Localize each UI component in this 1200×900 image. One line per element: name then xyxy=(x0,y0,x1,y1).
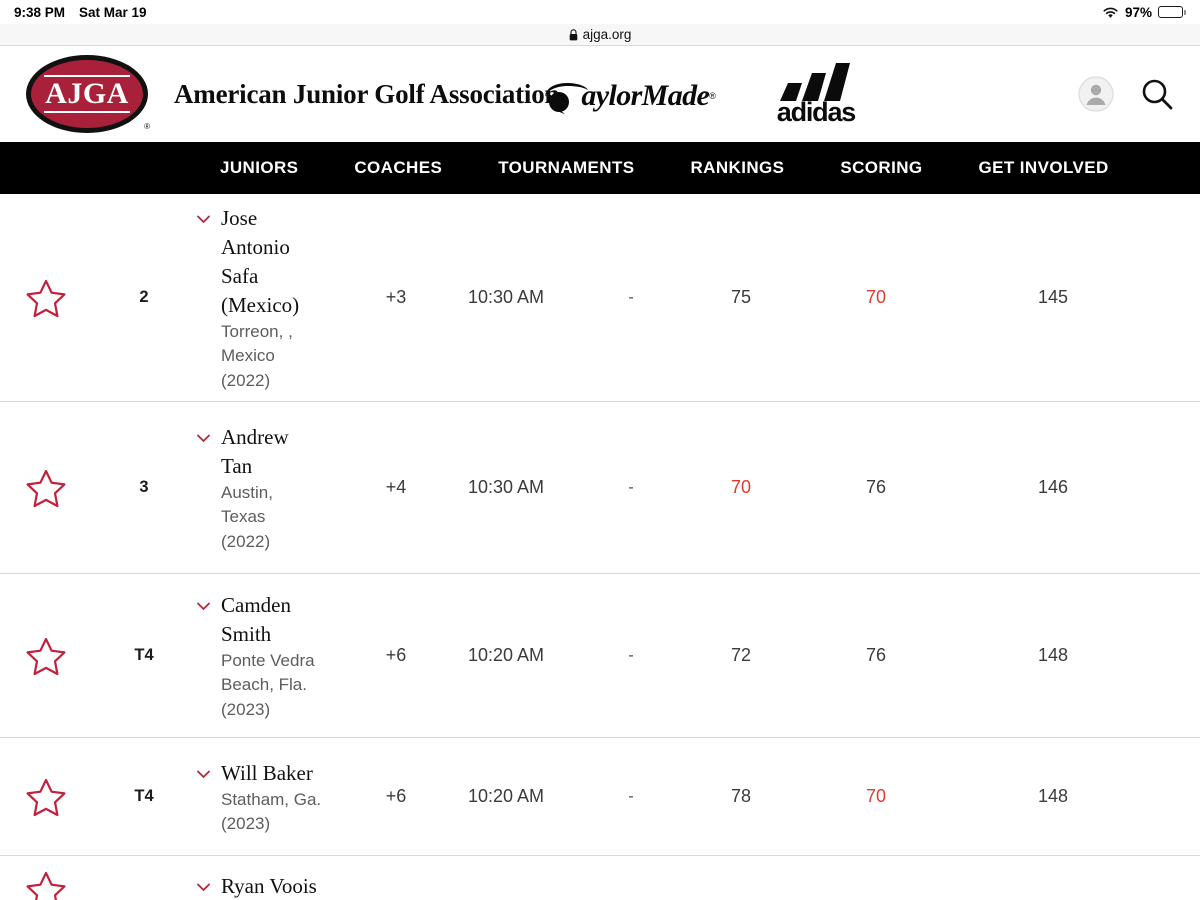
thru-holes: - xyxy=(628,288,634,306)
table-row[interactable]: T4 Camden Smith Ponte Vedra Beach, Fla. … xyxy=(0,574,1200,738)
chevron-down-icon[interactable] xyxy=(196,214,211,224)
wifi-icon xyxy=(1103,7,1118,18)
ajga-logo[interactable]: AJGA ® xyxy=(26,55,150,133)
star-outline-icon[interactable] xyxy=(26,278,66,318)
tee-time: 10:30 AM xyxy=(467,477,545,497)
tee-time: 10:20 AM xyxy=(467,645,545,665)
round-1-score: 75 xyxy=(730,287,752,307)
battery-icon xyxy=(1158,6,1186,18)
favorite-star-cell[interactable] xyxy=(0,636,92,676)
adidas-wordmark: adidas xyxy=(776,96,857,127)
table-row[interactable]: 3 Andrew Tan Austin, Texas (2022) +4 10:… xyxy=(0,402,1200,574)
player-name: Jose Antonio Safa (Mexico) xyxy=(221,206,300,318)
player-name: Will Baker xyxy=(221,760,313,785)
search-icon[interactable] xyxy=(1140,77,1174,111)
player-rank: T4 xyxy=(134,646,154,664)
nav-item-get-involved[interactable]: GET INVOLVED xyxy=(951,158,1137,178)
nav-item-rankings[interactable]: RANKINGS xyxy=(663,158,813,178)
chevron-down-icon[interactable] xyxy=(196,769,211,779)
thru-holes: - xyxy=(628,787,634,805)
status-bar-date: Sat Mar 19 xyxy=(79,4,147,20)
player-rank: 3 xyxy=(139,478,149,496)
url-text: ajga.org xyxy=(582,27,632,42)
player-rank: 2 xyxy=(139,288,149,306)
battery-percent-label: 97% xyxy=(1124,4,1152,20)
tee-time: 10:20 AM xyxy=(467,786,545,806)
account-avatar-icon[interactable] xyxy=(1078,76,1114,112)
player-name: Andrew Tan xyxy=(221,425,289,479)
status-bar-left: 9:38 PM Sat Mar 19 xyxy=(14,5,147,20)
leaderboard-table: 2 Jose Antonio Safa (Mexico) Torreon, , … xyxy=(0,194,1200,900)
taylormade-registered-mark: ® xyxy=(709,91,716,101)
site-header: AJGA ® American Junior Golf Association … xyxy=(0,46,1200,142)
thru-holes: - xyxy=(628,646,634,664)
favorite-star-cell[interactable] xyxy=(0,870,92,900)
nav-item-coaches[interactable]: COACHES xyxy=(326,158,470,178)
to-par-score: +3 xyxy=(385,287,407,307)
round-1-score: 78 xyxy=(730,786,752,806)
to-par-score: +6 xyxy=(385,786,407,806)
nav-item-scoring[interactable]: SCORING xyxy=(812,158,950,178)
main-navigation: JUNIORS COACHES TOURNAMENTS RANKINGS SCO… xyxy=(0,142,1200,194)
round-1-score: 70 xyxy=(730,477,752,497)
player-cell[interactable]: Camden Smith Ponte Vedra Beach, Fla. (20… xyxy=(196,589,366,721)
player-cell[interactable]: Jose Antonio Safa (Mexico) Torreon, , Me… xyxy=(196,202,366,392)
favorite-star-cell[interactable] xyxy=(0,777,92,817)
to-par-score: +6 xyxy=(385,645,407,665)
adidas-bars-icon xyxy=(779,62,850,101)
player-cell[interactable]: Ryan Voois xyxy=(196,870,366,900)
total-score: 148 xyxy=(1037,645,1069,665)
tee-time: 10:30 AM xyxy=(467,287,545,307)
round-2-score: 70 xyxy=(865,786,887,806)
star-outline-icon[interactable] xyxy=(26,870,66,900)
player-cell[interactable]: Andrew Tan Austin, Texas (2022) xyxy=(196,421,366,553)
total-score: 146 xyxy=(1037,477,1069,497)
page-title: American Junior Golf Association xyxy=(174,78,560,109)
player-name: Camden Smith xyxy=(221,593,291,647)
total-score: 145 xyxy=(1037,287,1069,307)
round-2-score: 70 xyxy=(865,287,887,307)
total-score: 148 xyxy=(1037,786,1069,806)
player-location: Ponte Vedra Beach, Fla. (2023) xyxy=(221,651,315,719)
favorite-star-cell[interactable] xyxy=(0,468,92,508)
nav-item-tournaments[interactable]: TOURNAMENTS xyxy=(470,158,662,178)
star-outline-icon[interactable] xyxy=(26,636,66,676)
status-bar-right: 97% xyxy=(1102,5,1186,20)
chevron-down-icon[interactable] xyxy=(196,433,211,443)
ajga-logo-text: AJGA xyxy=(45,77,129,111)
player-cell[interactable]: Will Baker Statham, Ga. (2023) xyxy=(196,757,366,836)
browser-url-bar[interactable]: ajga.org xyxy=(0,24,1200,46)
to-par-score: +4 xyxy=(385,477,407,497)
chevron-down-icon[interactable] xyxy=(196,601,211,611)
round-1-score: 72 xyxy=(730,645,752,665)
status-bar-time: 9:38 PM xyxy=(14,4,66,20)
adidas-logo[interactable]: adidas xyxy=(774,62,858,127)
registered-mark: ® xyxy=(144,122,150,131)
player-location: Torreon, , Mexico (2022) xyxy=(221,322,293,390)
taylormade-logo[interactable]: aylorMade ® xyxy=(543,77,716,115)
header-actions xyxy=(1078,76,1174,112)
table-row[interactable]: 2 Jose Antonio Safa (Mexico) Torreon, , … xyxy=(0,194,1200,402)
round-2-score: 76 xyxy=(865,477,887,497)
ios-status-bar: 9:38 PM Sat Mar 19 97% xyxy=(0,0,1200,24)
thru-holes: - xyxy=(628,478,634,496)
player-rank: T4 xyxy=(134,787,154,805)
favorite-star-cell[interactable] xyxy=(0,278,92,318)
player-location: Austin, Texas (2022) xyxy=(221,483,273,551)
chevron-down-icon[interactable] xyxy=(196,882,211,892)
star-outline-icon[interactable] xyxy=(26,777,66,817)
lock-icon xyxy=(569,28,577,40)
nav-item-juniors[interactable]: JUNIORS xyxy=(192,158,326,178)
star-outline-icon[interactable] xyxy=(26,468,66,508)
table-row[interactable]: T4 Will Baker Statham, Ga. (2023) +6 10:… xyxy=(0,738,1200,856)
round-2-score: 76 xyxy=(865,645,887,665)
player-name: Ryan Voois xyxy=(221,874,317,898)
taylormade-wordmark: aylorMade xyxy=(581,79,710,112)
player-location: Statham, Ga. (2023) xyxy=(221,789,322,833)
table-row[interactable]: Ryan Voois xyxy=(0,856,1200,900)
